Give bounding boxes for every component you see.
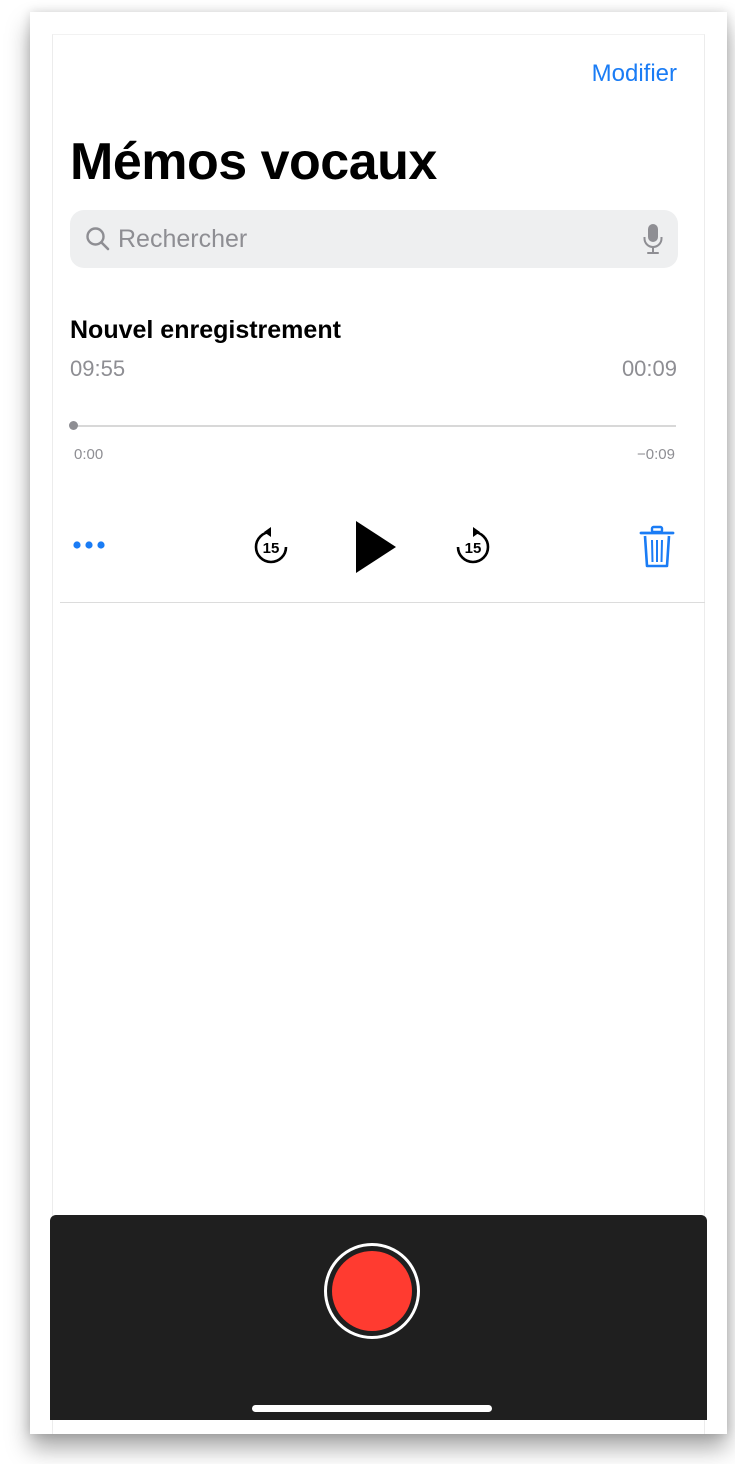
skip-back-label: 15 xyxy=(263,540,280,557)
skip-forward-15-icon: 15 xyxy=(456,527,490,564)
record-dot xyxy=(332,1251,412,1331)
search-icon xyxy=(86,227,110,251)
remaining-time: −0:09 xyxy=(637,446,675,463)
row-divider xyxy=(60,602,705,603)
scrubber-track xyxy=(72,425,676,427)
record-button[interactable] xyxy=(324,1243,420,1339)
search-bar[interactable] xyxy=(70,210,678,268)
elapsed-time: 0:00 xyxy=(74,446,104,463)
search-input[interactable] xyxy=(118,210,618,268)
play-button[interactable] xyxy=(350,517,402,577)
voice-memos-screen: Modifier Mémos vocaux Nouvel enregistrem… xyxy=(30,12,727,1434)
ellipsis-icon xyxy=(73,541,105,549)
edit-button[interactable]: Modifier xyxy=(592,60,677,88)
page-title: Mémos vocaux xyxy=(70,133,437,191)
scrubber-knob[interactable] xyxy=(69,421,78,430)
delete-button[interactable] xyxy=(638,524,676,570)
skip-forward-label: 15 xyxy=(465,540,482,557)
microphone-icon[interactable] xyxy=(642,223,664,255)
skip-back-15-icon: 15 xyxy=(254,527,288,564)
recording-time: 09:55 xyxy=(70,356,126,381)
home-indicator[interactable] xyxy=(252,1405,492,1412)
play-icon xyxy=(356,521,396,573)
more-options-button[interactable] xyxy=(70,530,112,560)
record-bar xyxy=(50,1215,707,1420)
trash-icon xyxy=(639,525,675,568)
skip-forward-button[interactable]: 15 xyxy=(450,524,496,570)
recording-duration: 00:09 xyxy=(621,356,677,381)
playback-scrubber[interactable] xyxy=(69,416,676,436)
skip-back-button[interactable]: 15 xyxy=(248,524,294,570)
recording-title[interactable]: Nouvel enregistrement xyxy=(70,316,341,345)
